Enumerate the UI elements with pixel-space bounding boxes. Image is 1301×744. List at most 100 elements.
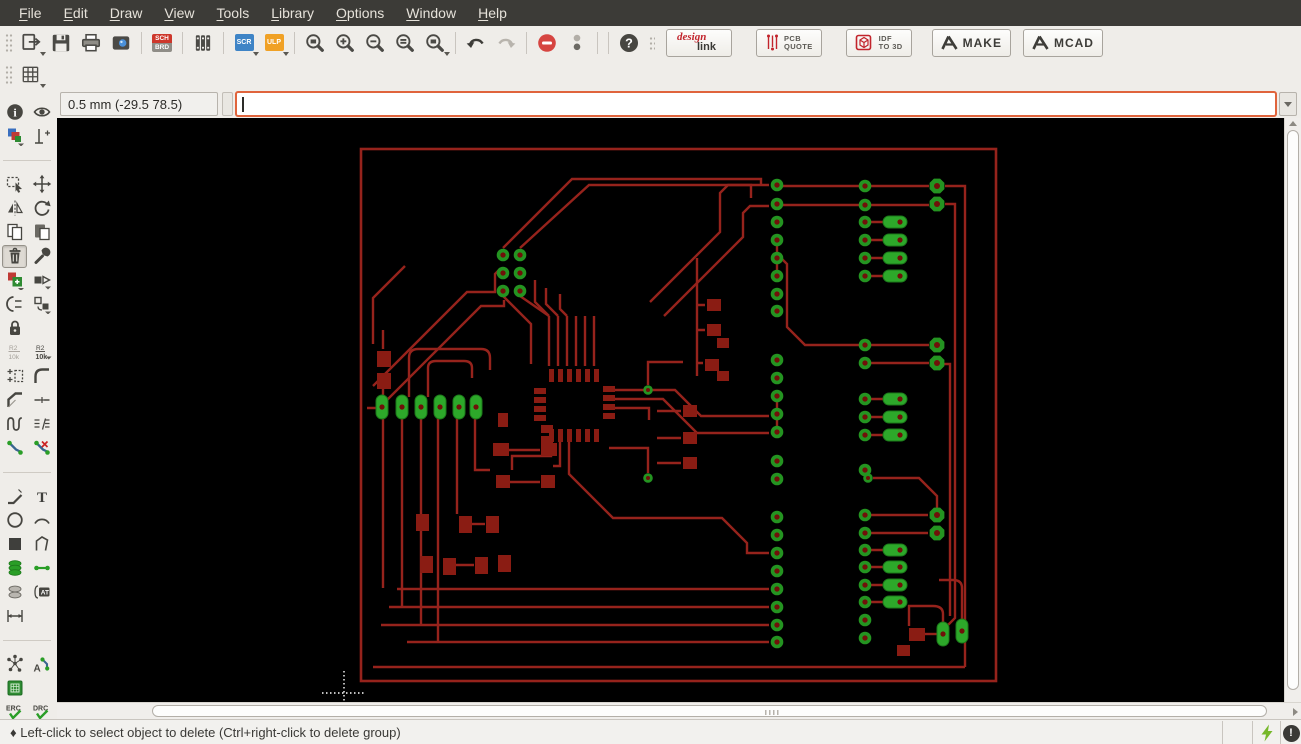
tool-arc[interactable] [29, 509, 54, 532]
ratsnest-icon [6, 654, 23, 672]
tool-polygon[interactable] [29, 533, 54, 556]
command-history-dropdown[interactable] [1279, 92, 1297, 116]
menu-library[interactable]: Library [260, 0, 325, 26]
tool-rotate[interactable] [29, 197, 54, 220]
menu-file[interactable]: File [8, 0, 53, 26]
undo-button[interactable] [461, 29, 491, 57]
svg-text:R2: R2 [36, 345, 45, 352]
scroll-up-arrow-icon[interactable] [1289, 121, 1297, 126]
scrollbar-grip-icon [765, 710, 779, 715]
tool-delete[interactable] [2, 244, 27, 268]
design-link-button[interactable]: design link [666, 28, 732, 57]
board-canvas[interactable] [57, 118, 1284, 702]
run-script-button[interactable]: SCR [229, 29, 259, 57]
save-button[interactable] [46, 29, 76, 57]
tool-signal[interactable] [29, 557, 54, 580]
vertical-scrollbar-thumb[interactable] [1287, 130, 1299, 690]
toolbar-drag-handle[interactable] [649, 35, 655, 50]
library-manager-button[interactable] [188, 29, 218, 57]
tool-order[interactable] [29, 413, 54, 436]
redo-button[interactable] [491, 29, 521, 57]
tool-lock[interactable] [2, 317, 27, 340]
grid-settings-button[interactable] [16, 61, 46, 89]
zoom-select-icon [396, 33, 414, 52]
tool-name[interactable]: R2 10k [2, 341, 27, 364]
mcad-button[interactable]: MCAD [1022, 28, 1103, 57]
zoom-redraw-button[interactable] [420, 29, 450, 57]
tool-optimize[interactable] [29, 389, 54, 412]
command-input[interactable] [235, 91, 1277, 117]
toolbar-splitter[interactable] [222, 92, 233, 116]
make-button[interactable]: MAKE [931, 28, 1011, 57]
tool-copy[interactable] [2, 221, 27, 244]
open-board-button[interactable] [16, 29, 46, 57]
zoom-redraw-icon [426, 33, 444, 52]
tool-paste[interactable] [29, 221, 54, 244]
menu-tools[interactable]: Tools [206, 0, 261, 26]
command-options-button[interactable] [562, 29, 592, 57]
tool-add-part[interactable] [2, 269, 27, 292]
menu-draw[interactable]: Draw [99, 0, 154, 26]
tool-rect[interactable] [2, 533, 27, 556]
tool-miter[interactable] [29, 365, 54, 388]
tool-via[interactable] [2, 557, 27, 580]
zoom-fit-button[interactable] [300, 29, 330, 57]
pcb-quote-button[interactable]: PCB QUOTE [756, 28, 822, 57]
stop-command-button[interactable] [532, 29, 562, 57]
svg-text:10k: 10k [35, 354, 47, 361]
tool-split[interactable] [2, 389, 27, 412]
switch-sch-brd-button[interactable]: SCH BRD [147, 29, 177, 57]
tool-ripup[interactable] [29, 437, 54, 460]
tool-mirror[interactable] [2, 197, 27, 220]
tool-mark[interactable] [29, 125, 54, 148]
tool-smash[interactable] [2, 365, 27, 388]
stop-icon [538, 33, 556, 52]
tool-route[interactable] [2, 437, 27, 460]
run-ulp-button[interactable]: ULP [259, 29, 289, 57]
zoom-in-button[interactable] [330, 29, 360, 57]
horizontal-scrollbar[interactable] [57, 702, 1301, 719]
tool-attribute[interactable]: AT [29, 581, 54, 604]
tool-display-layers[interactable] [2, 125, 27, 148]
tool-design-rules[interactable] [2, 677, 27, 700]
tool-dimension[interactable] [2, 605, 27, 628]
tool-show[interactable] [29, 101, 54, 124]
vertical-scrollbar[interactable] [1284, 118, 1301, 702]
tool-move[interactable] [29, 173, 54, 196]
tool-value[interactable]: R2 10k [29, 341, 54, 364]
menu-window[interactable]: Window [395, 0, 467, 26]
toolbar-drag-handle[interactable] [5, 32, 13, 53]
tool-group[interactable] [2, 173, 27, 196]
idf-to-3d-button[interactable]: IDF TO 3D [845, 28, 912, 57]
scroll-right-arrow-icon[interactable] [1293, 708, 1298, 716]
tool-gateswap[interactable] [29, 293, 54, 316]
through-hole-pads [375, 178, 969, 649]
via-icon [8, 560, 21, 576]
tool-meander[interactable] [2, 413, 27, 436]
menu-edit[interactable]: Edit [53, 0, 99, 26]
menu-options[interactable]: Options [325, 0, 395, 26]
tool-ratsnest[interactable] [2, 653, 27, 676]
tool-autoroute[interactable]: A [29, 653, 54, 676]
status-error-indicator[interactable]: ! [1280, 721, 1301, 744]
export-image-button[interactable] [106, 29, 136, 57]
tool-wire[interactable] [2, 485, 27, 508]
zoom-out-button[interactable] [360, 29, 390, 57]
tool-info[interactable]: i [2, 101, 27, 124]
zoom-select-button[interactable] [390, 29, 420, 57]
help-button[interactable]: ? [614, 29, 644, 57]
tool-circle[interactable] [2, 509, 27, 532]
tool-replace[interactable] [29, 269, 54, 292]
status-sync-indicator[interactable] [1252, 721, 1280, 744]
print-button[interactable] [76, 29, 106, 57]
menu-view[interactable]: View [153, 0, 205, 26]
toolbar-drag-handle[interactable] [5, 64, 13, 85]
tool-text[interactable]: T [29, 485, 54, 508]
undo-icon [466, 38, 484, 48]
menu-help[interactable]: Help [467, 0, 518, 26]
tool-change[interactable] [29, 245, 54, 268]
main-toolbar: SCH BRD SCR ULP ? design link PCB QUOTE … [0, 26, 1301, 59]
horizontal-scrollbar-thumb[interactable] [152, 705, 1267, 717]
tool-hole[interactable] [2, 581, 27, 604]
tool-pinswap[interactable] [2, 293, 27, 316]
